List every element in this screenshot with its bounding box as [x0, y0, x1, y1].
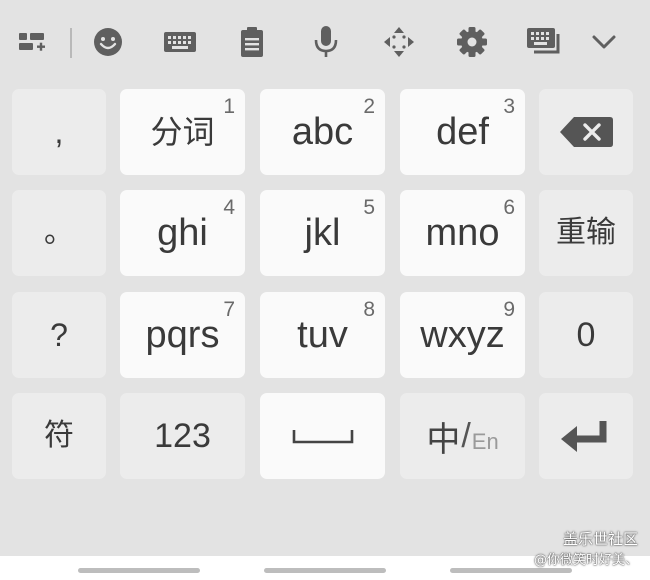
microphone-icon[interactable] [306, 22, 346, 62]
key-2-abc[interactable]: abc 2 [260, 89, 385, 175]
keyboard-toolbar [0, 0, 650, 84]
key-8-tuv[interactable]: tuv 8 [260, 292, 385, 378]
keyboard-icon[interactable] [160, 22, 200, 62]
cursor-move-icon[interactable] [379, 22, 419, 62]
key-comma[interactable]: , [12, 89, 106, 175]
settings-icon[interactable] [452, 22, 492, 62]
key-backspace[interactable] [539, 89, 633, 175]
backspace-icon [560, 117, 613, 147]
key-reinput[interactable]: 重输 [539, 190, 633, 276]
nav-handle-left [78, 568, 200, 573]
chevron-down-icon[interactable] [584, 22, 624, 62]
key-3-def[interactable]: def 3 [400, 89, 525, 175]
key-9-wxyz[interactable]: wxyz 9 [400, 292, 525, 378]
key-zero[interactable]: 0 [539, 292, 633, 378]
key-enter[interactable] [539, 393, 633, 479]
watermark-author: @你微笑时好美、 [533, 553, 638, 568]
apps-add-icon[interactable] [12, 22, 52, 62]
key-6-mno[interactable]: mno 6 [400, 190, 525, 276]
emoji-icon[interactable] [88, 22, 128, 62]
key-space[interactable] [260, 393, 385, 479]
key-question[interactable]: ? [12, 292, 106, 378]
enter-icon [561, 421, 607, 452]
watermark-title: 盖乐世社区 [562, 530, 638, 548]
key-4-ghi[interactable]: ghi 4 [120, 190, 245, 276]
key-language-switch[interactable]: 中 / En [400, 393, 525, 479]
key-period[interactable]: 。 [12, 190, 106, 276]
space-icon [292, 430, 353, 444]
keyboard-layout-icon[interactable] [524, 22, 564, 62]
key-1-segment[interactable]: 分词 1 [120, 89, 245, 175]
key-numbers[interactable]: 123 [120, 393, 245, 479]
key-7-pqrs[interactable]: pqrs 7 [120, 292, 245, 378]
key-symbols[interactable]: 符 [12, 393, 106, 479]
toolbar-divider [70, 28, 72, 58]
nav-handle-center [264, 568, 386, 573]
clipboard-icon[interactable] [232, 22, 272, 62]
key-5-jkl[interactable]: jkl 5 [260, 190, 385, 276]
nav-handle-right [450, 568, 572, 573]
